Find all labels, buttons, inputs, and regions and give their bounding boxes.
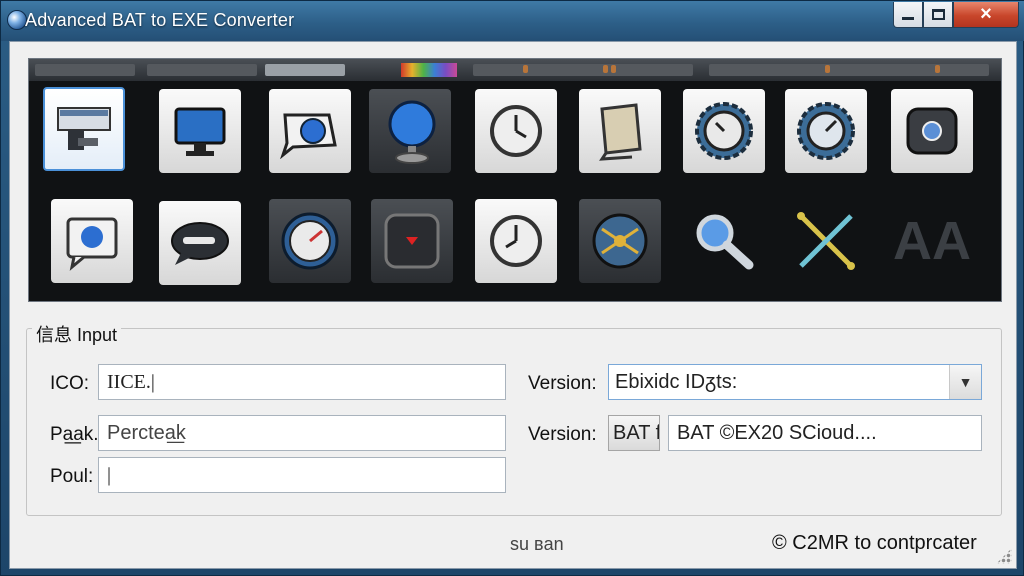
speedometer-tile[interactable] <box>269 199 351 283</box>
speedometer-icon <box>281 212 339 270</box>
gear-clock-tile[interactable] <box>683 89 765 173</box>
version-label-1: Version: <box>528 373 597 394</box>
strip-marker <box>603 65 608 73</box>
close-icon: × <box>980 3 992 25</box>
strip-marker <box>825 65 830 73</box>
terminal-window-icon <box>57 107 111 150</box>
pout-input[interactable]: | <box>98 457 506 493</box>
strip-marker <box>523 65 528 73</box>
strip-segment <box>709 64 989 76</box>
speech-bubble-globe-icon <box>280 113 337 159</box>
chat-bubble-tile[interactable] <box>159 201 241 285</box>
clock-icon <box>490 215 542 267</box>
minimize-icon <box>902 17 914 20</box>
strip-marker <box>935 65 940 73</box>
terminal-window-tile[interactable] <box>43 87 125 171</box>
scroll-icon <box>599 103 642 161</box>
group-title: 信息 Input <box>32 321 122 347</box>
magnifier-tile[interactable] <box>683 199 765 283</box>
app-icon <box>7 10 27 30</box>
strip-segment <box>35 64 135 76</box>
clock-tile[interactable] <box>475 89 557 173</box>
version-input[interactable]: BAT ©EX20 SCioud.... <box>668 415 982 451</box>
monitor-tile[interactable] <box>159 89 241 173</box>
monitor-icon <box>174 107 226 156</box>
letters-icon: AA <box>893 211 971 271</box>
gear-gauge-icon <box>797 102 855 160</box>
cross-arrows-tile[interactable] <box>785 199 867 283</box>
ico-label: ICO: <box>50 373 90 394</box>
dark-record-icon <box>384 213 440 269</box>
gear-clock-icon <box>695 102 753 160</box>
maximize-button[interactable] <box>923 2 953 28</box>
version-select[interactable]: Ebixidc IDᵹts: ▼ <box>608 364 982 400</box>
version-select-value: Ebixidc IDᵹts: <box>615 370 738 393</box>
status-text: su ʙan <box>510 534 564 554</box>
pout-label: Poul: <box>50 466 94 487</box>
gear-gauge-tile[interactable] <box>785 89 867 173</box>
window-controls: × <box>893 2 1019 28</box>
clock-icon <box>490 105 542 157</box>
maximize-icon <box>931 9 945 20</box>
chat-globe-icon <box>66 217 118 271</box>
dark-button-tile[interactable] <box>891 89 973 173</box>
ico-input[interactable]: IICE.| <box>98 364 506 400</box>
scroll-tile[interactable] <box>579 89 661 173</box>
letters-tile[interactable]: AA <box>891 199 973 283</box>
bat-button[interactable]: BAT f <box>608 415 660 451</box>
close-button[interactable]: × <box>953 2 1019 28</box>
magnifier-icon <box>696 214 754 270</box>
cross-arrows-icon <box>797 212 855 270</box>
clock-tile-2[interactable] <box>475 199 557 283</box>
network-node-tile[interactable] <box>579 199 661 283</box>
pack-label: Pa͟ak. <box>50 424 99 445</box>
strip-tab[interactable] <box>265 64 345 76</box>
title-bar[interactable]: Advanced BAT to EXE Converter × <box>1 1 1024 41</box>
icon-gallery: AA <box>28 58 1002 302</box>
resize-grip-icon[interactable] <box>996 548 1012 564</box>
network-node-icon <box>592 213 648 269</box>
app-window: Advanced BAT to EXE Converter × AA 信息 In… <box>0 0 1024 576</box>
dark-record-tile[interactable] <box>371 199 453 283</box>
color-palette-strip[interactable] <box>401 63 457 77</box>
dark-button-icon <box>906 107 958 155</box>
pack-input[interactable]: Perctea͟k <box>98 415 506 451</box>
icon-toolbar-strip <box>29 59 1001 81</box>
chat-bubble-icon <box>171 222 229 265</box>
chevron-down-icon[interactable]: ▼ <box>949 365 981 399</box>
chat-globe-tile[interactable] <box>51 199 133 283</box>
main-panel: AA 信息 Input ICO: IICE.| Pa͟ak. Perctea͟k… <box>9 41 1017 569</box>
minimize-button[interactable] <box>893 2 923 28</box>
strip-segment <box>147 64 257 76</box>
copyright-text: © C2MR to contprcater <box>772 532 977 554</box>
speech-globe-tile[interactable] <box>269 89 351 173</box>
window-title: Advanced BAT to EXE Converter <box>25 10 295 30</box>
strip-segment <box>473 64 693 76</box>
version-label-2: Version: <box>528 424 597 445</box>
strip-marker <box>611 65 616 73</box>
globe-stand-tile[interactable] <box>369 89 451 173</box>
globe-stand-icon <box>388 100 436 164</box>
